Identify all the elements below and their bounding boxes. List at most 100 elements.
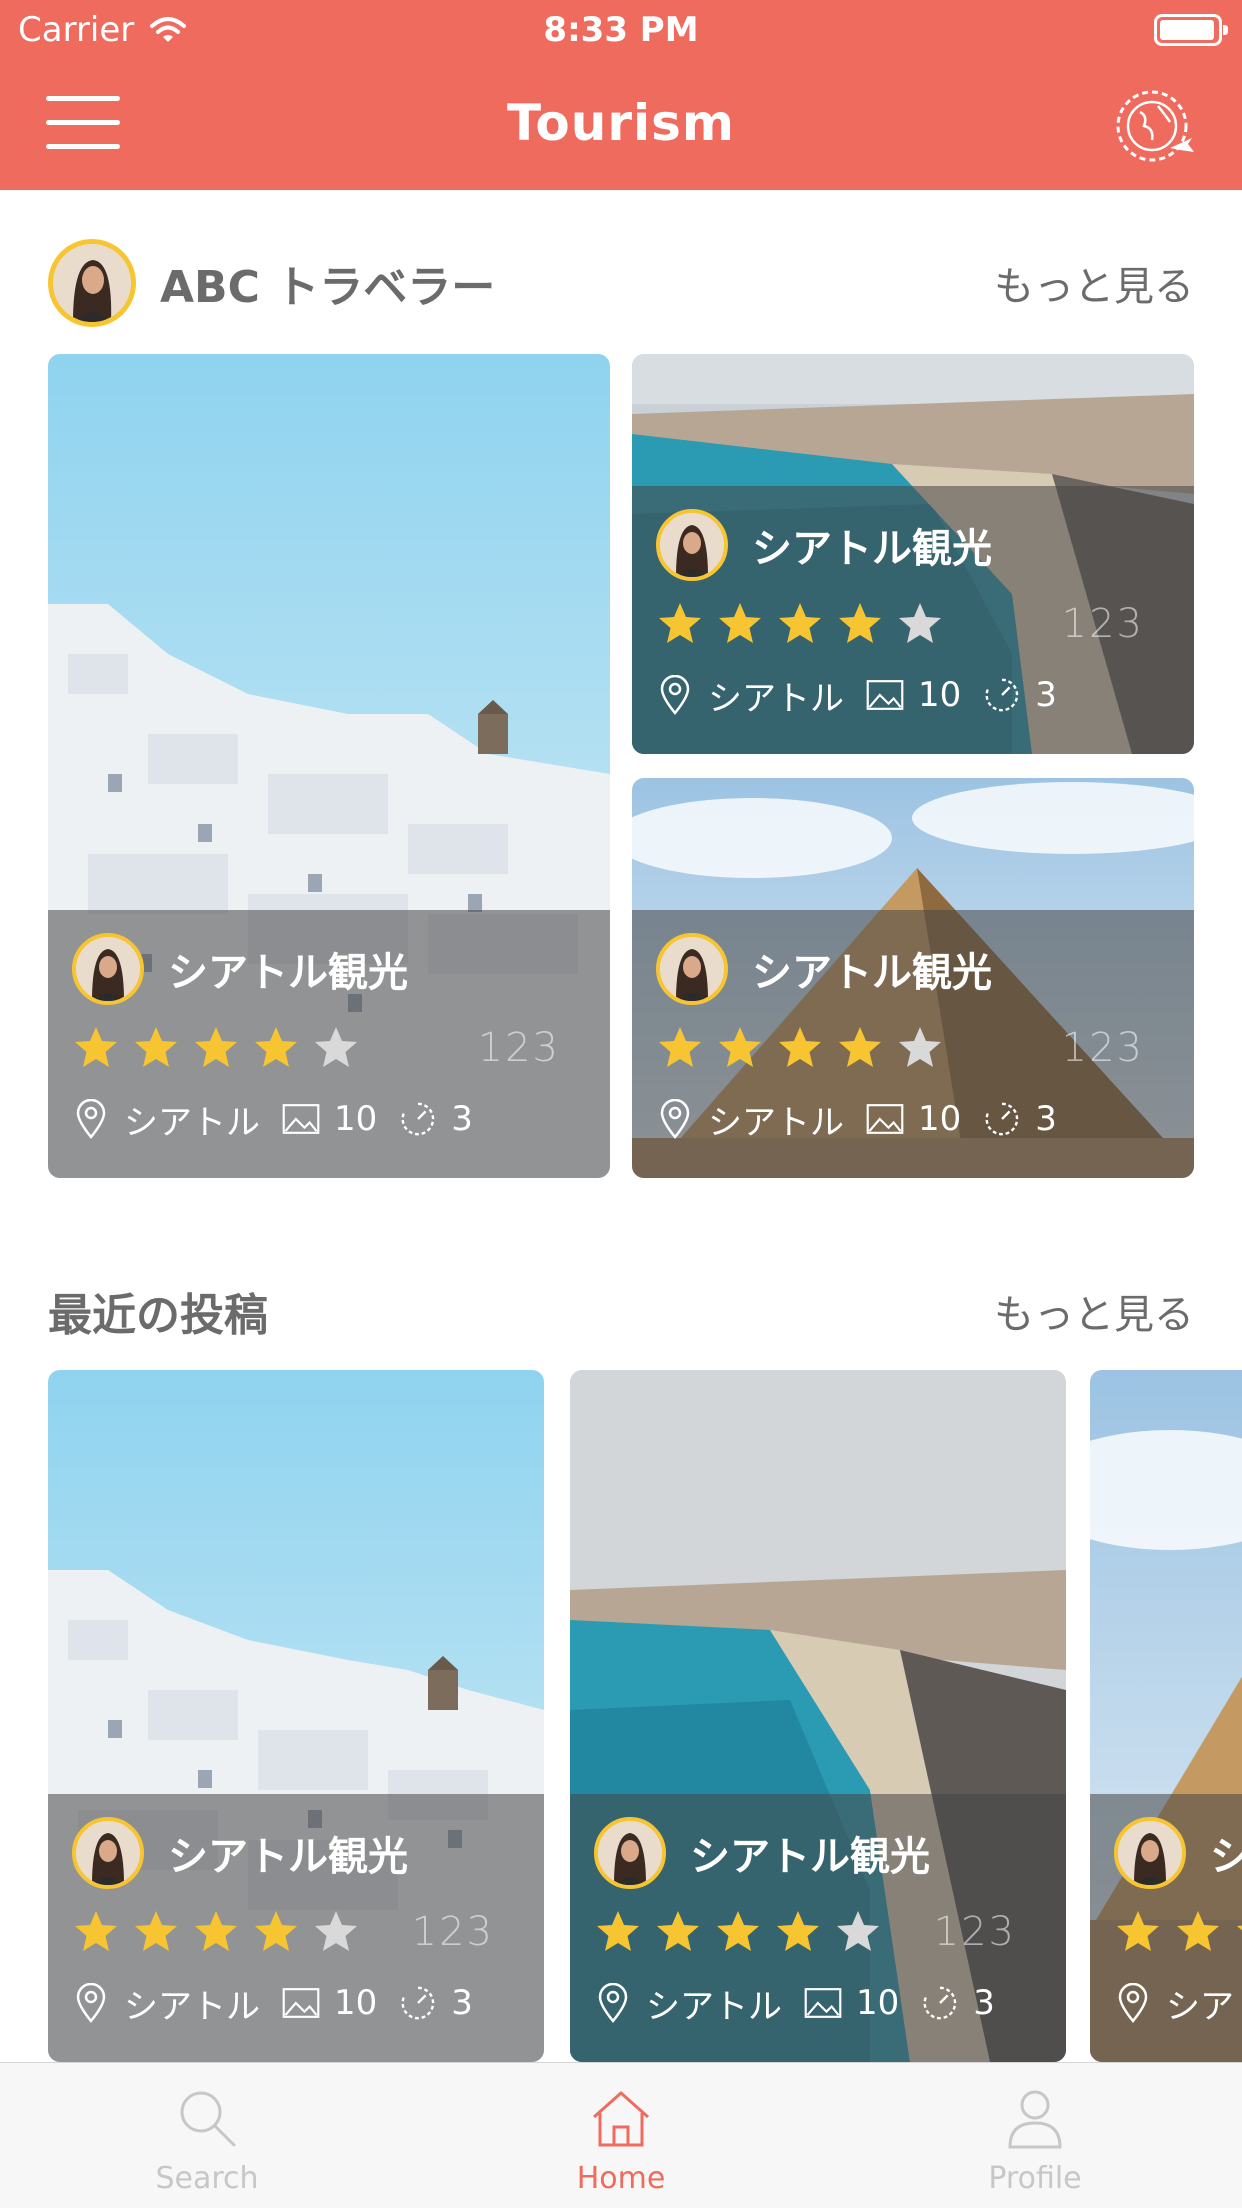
card-overlay: シアトル観光 123 シアトル 10 3 — [48, 910, 610, 1178]
clock-icon — [401, 1102, 435, 1136]
star-filled-icon — [777, 1911, 819, 1951]
recent-card[interactable]: シアトル観光 123 シアトル 10 3 — [570, 1370, 1066, 2062]
star-rating — [656, 1024, 944, 1072]
card-title: シアトル観光 — [168, 950, 408, 996]
card-location: シアトル — [646, 1986, 782, 2027]
battery-icon — [1154, 14, 1228, 46]
search-icon — [180, 2091, 236, 2147]
star-filled-icon — [255, 1911, 297, 1951]
star-filled-icon — [135, 1027, 177, 1067]
star-filled-icon — [717, 1911, 759, 1951]
avatar — [72, 933, 144, 1005]
avatar — [72, 1817, 144, 1889]
location-pin-icon — [660, 1099, 690, 1139]
recent-card[interactable]: シアトル観光 123 シアトル 10 3 — [48, 1370, 544, 2062]
home-icon — [593, 2091, 649, 2147]
rating-count: 123 — [477, 1025, 560, 1071]
tab-home[interactable]: Home — [414, 2063, 828, 2208]
card-photo-count: 10 — [918, 1099, 962, 1139]
star-empty-icon — [315, 1911, 357, 1951]
star-filled-icon — [255, 1027, 297, 1067]
star-filled-icon — [75, 1027, 117, 1067]
featured-card[interactable]: シアトル観光 123 シアトル 10 3 — [632, 778, 1194, 1178]
star-rating — [72, 1908, 360, 1956]
star-filled-icon — [659, 603, 701, 643]
recent-more-link[interactable]: もっと見る — [994, 1282, 1194, 1340]
card-title: シアトル観光 — [168, 1834, 408, 1880]
recent-carousel[interactable]: シアトル観光 123 シアトル 10 3 シアトル観光 123 シアトル 10 … — [0, 1370, 1242, 2062]
nav-bar: Tourism — [0, 60, 1242, 190]
star-rating — [656, 600, 944, 648]
star-filled-icon — [597, 1911, 639, 1951]
card-photo-count: 10 — [334, 1099, 378, 1139]
star-filled-icon — [135, 1911, 177, 1951]
status-time: 8:33 PM — [543, 10, 699, 50]
avatar — [1114, 1817, 1186, 1889]
card-day-count: 3 — [973, 1983, 995, 2023]
card-overlay: シアトル観光 123 シアトル 10 3 — [1090, 1794, 1242, 2062]
image-icon — [282, 1988, 320, 2018]
card-title: シアトル観光 — [752, 950, 992, 996]
image-icon — [866, 680, 904, 710]
star-filled-icon — [719, 603, 761, 643]
card-location: シアトル — [708, 1102, 844, 1143]
recent-header: 最近の投稿 もっと見る — [48, 1266, 1194, 1356]
image-icon — [804, 1988, 842, 2018]
card-location: シアトル — [124, 1102, 260, 1143]
nav-title: Tourism — [506, 94, 736, 152]
star-filled-icon — [657, 1911, 699, 1951]
star-filled-icon — [75, 1911, 117, 1951]
card-title: シアトル観光 — [1210, 1834, 1242, 1880]
clock-icon — [985, 1102, 1019, 1136]
top-bar: Carrier 8:33 PM Tourism — [0, 0, 1242, 190]
star-rating — [72, 1024, 360, 1072]
image-icon — [282, 1104, 320, 1134]
star-filled-icon — [195, 1027, 237, 1067]
star-filled-icon — [659, 1027, 701, 1067]
recent-title: 最近の投稿 — [48, 1290, 268, 1341]
card-overlay: シアトル観光 123 シアトル 10 3 — [632, 486, 1194, 754]
featured-more-link[interactable]: もっと見る — [994, 254, 1194, 312]
rating-count: 123 — [1061, 1025, 1144, 1071]
rating-count: 123 — [933, 1909, 1016, 1955]
star-filled-icon — [839, 1027, 881, 1067]
star-filled-icon — [1117, 1911, 1159, 1951]
tab-label: Home — [576, 2161, 666, 2196]
card-day-count: 3 — [451, 1099, 473, 1139]
star-empty-icon — [315, 1027, 357, 1067]
star-filled-icon — [1177, 1911, 1219, 1951]
image-icon — [866, 1104, 904, 1134]
avatar — [594, 1817, 666, 1889]
star-filled-icon — [719, 1027, 761, 1067]
profile-icon — [1008, 2090, 1062, 2149]
card-location: シアトル — [708, 678, 844, 719]
avatar[interactable] — [48, 239, 136, 327]
featured-card[interactable]: シアトル観光 123 シアトル 10 3 — [48, 354, 610, 1178]
location-pin-icon — [1118, 1983, 1148, 2023]
star-filled-icon — [779, 603, 821, 643]
location-pin-icon — [660, 675, 690, 715]
card-photo-count: 10 — [334, 1983, 378, 2023]
star-filled-icon — [779, 1027, 821, 1067]
card-location: シアトル — [124, 1986, 260, 2027]
featured-card[interactable]: シアトル観光 123 シアトル 10 3 — [632, 354, 1194, 754]
tab-label: Search — [155, 2161, 259, 2196]
tab-search[interactable]: Search — [0, 2063, 414, 2208]
card-overlay: シアトル観光 123 シアトル 10 3 — [48, 1794, 544, 2062]
recent-card[interactable]: シアトル観光 123 シアトル 10 3 — [1090, 1370, 1242, 2062]
location-pin-icon — [76, 1983, 106, 2023]
star-filled-icon — [1237, 1925, 1242, 1931]
tab-profile[interactable]: Profile — [828, 2063, 1242, 2208]
card-photo-count: 10 — [918, 675, 962, 715]
card-title: シアトル観光 — [690, 1834, 930, 1880]
clock-icon — [923, 1986, 957, 2020]
avatar — [656, 933, 728, 1005]
card-day-count: 3 — [1035, 1099, 1057, 1139]
location-pin-icon — [76, 1099, 106, 1139]
globe-plane-icon[interactable] — [1110, 82, 1198, 170]
star-empty-icon — [899, 1027, 941, 1067]
avatar — [656, 509, 728, 581]
tab-bar: Search Home Profile — [0, 2062, 1242, 2208]
star-rating — [1114, 1908, 1242, 1956]
card-day-count: 3 — [451, 1983, 473, 2023]
